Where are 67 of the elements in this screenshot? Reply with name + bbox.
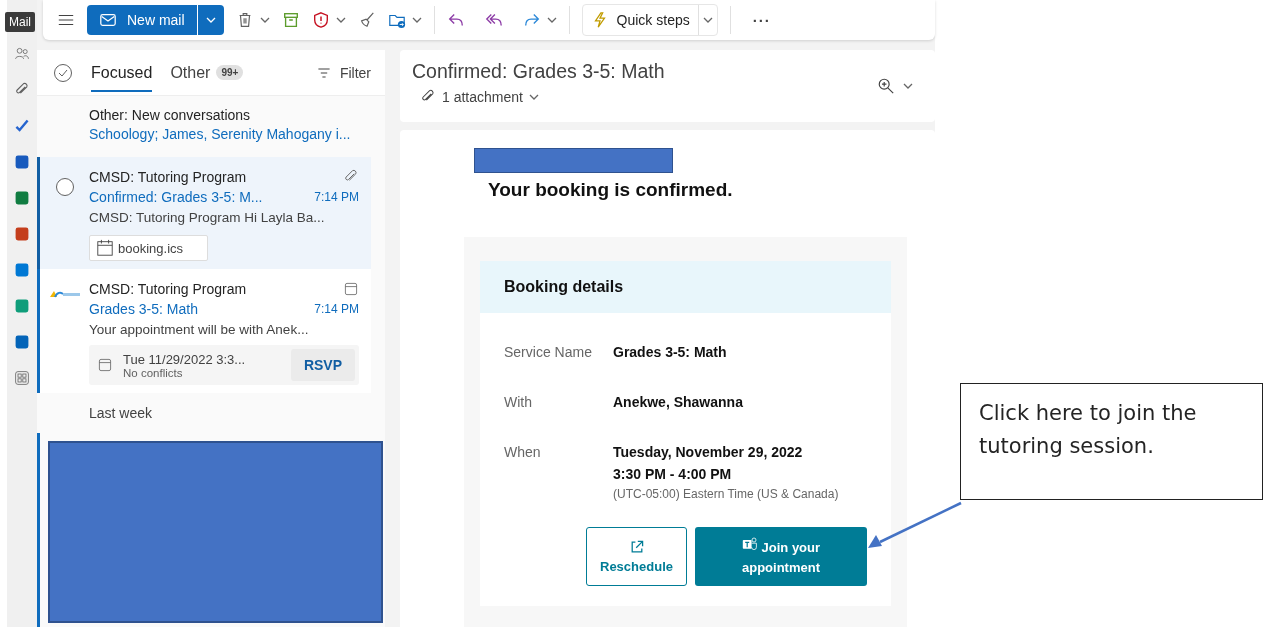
tab[interactable]: Focused — [91, 53, 153, 92]
callout-box: Click here to join the tutoring session. — [960, 383, 1263, 500]
caret-icon[interactable] — [335, 17, 346, 23]
detail-value: 3:30 PM - 4:00 PM — [613, 465, 733, 484]
calendar-icon — [343, 281, 359, 297]
tooltip: Mail — [5, 12, 35, 32]
sender-logo — [48, 289, 81, 299]
banner-senders: Schoology; James, Serenity Mahogany i... — [89, 126, 352, 142]
more-options-button[interactable]: ··· — [742, 11, 781, 29]
detail-label: Service Name — [504, 343, 593, 362]
app-tile-icon[interactable] — [14, 334, 30, 350]
banner-title: Other: New conversations — [89, 107, 252, 123]
filter-button[interactable]: Filter — [315, 64, 371, 81]
count-badge: 99+ — [216, 65, 244, 80]
zoom-in-icon[interactable] — [877, 77, 895, 95]
app-tile-icon[interactable] — [14, 298, 30, 314]
caret-icon[interactable] — [259, 17, 270, 23]
email-heading: Your booking is confirmed. — [488, 179, 734, 201]
invite-status: No conflicts — [123, 366, 184, 379]
attachment-chip[interactable]: booking.ics — [89, 235, 209, 261]
message-subject: Confirmed: Grades 3-5: M... — [89, 189, 263, 205]
invite-date: Tue 11/29/2022 3:3... — [123, 351, 246, 367]
sender-name: CMSD: Tutoring Program — [89, 169, 247, 185]
tab[interactable]: Other 99+ — [170, 53, 244, 92]
caret-icon[interactable] — [702, 17, 713, 23]
caret-icon[interactable] — [411, 17, 422, 23]
caret-icon[interactable] — [528, 94, 539, 100]
rsvp-button[interactable]: RSVP — [290, 349, 355, 381]
checkmark-icon[interactable] — [14, 118, 30, 134]
message-item[interactable]: CMSD: Tutoring Program Grades 3-5: Math 7:14 PM Your appointment will be with Anek... Tue 11/29/2022 3:3... No conflicts RSVP — [37, 269, 371, 393]
shield-icon[interactable] — [311, 11, 330, 29]
detail-label: When — [504, 443, 542, 462]
detail-value: Tuesday, November 29, 2022 — [613, 443, 804, 462]
archive-icon[interactable] — [281, 11, 300, 29]
message-time: 7:14 PM — [314, 302, 359, 316]
timezone-note: (UTC-05:00) Eastern Time (US & Canada) — [613, 487, 840, 501]
calendar-icon — [96, 239, 114, 257]
caret-icon[interactable] — [903, 83, 913, 89]
attachment-name: booking.ics — [118, 240, 184, 256]
detail-label: With — [504, 393, 533, 412]
message-preview: Your appointment will be with Anek... — [89, 321, 309, 337]
app-tile-icon[interactable] — [14, 262, 30, 278]
people-icon[interactable] — [14, 46, 30, 62]
message-preview: CMSD: Tutoring Program Hi Layla Ba... — [89, 209, 325, 225]
detail-value: Grades 3-5: Math — [613, 343, 728, 362]
reschedule-button[interactable]: Reschedule — [586, 527, 687, 586]
message-subject: Grades 3-5: Math — [89, 301, 198, 317]
team-icon — [741, 535, 758, 552]
app-tile-icon[interactable] — [14, 226, 30, 242]
select-circle[interactable] — [54, 177, 75, 197]
app-tile-icon[interactable] — [14, 190, 30, 206]
card-title: Booking details — [480, 261, 891, 313]
message-time: 7:14 PM — [314, 190, 359, 204]
join-appointment-button[interactable]: Join your appointment — [695, 527, 867, 586]
calendar-icon — [97, 357, 113, 373]
select-all-icon[interactable] — [53, 62, 73, 83]
caret-icon[interactable] — [546, 17, 557, 23]
email-subject: Confirmed: Grades 3-5: Math — [412, 60, 665, 83]
group-header: Last week — [88, 404, 154, 423]
apps-grid-icon[interactable] — [14, 370, 30, 386]
attachments-toggle[interactable]: 1 attachment — [412, 89, 665, 105]
message-item[interactable]: CMSD: Tutoring Program Confirmed: Grades 3-5: M... 7:14 PM CMSD: Tutoring Program Hi Layla Ba... booking.ics — [37, 157, 371, 269]
quick-steps-button[interactable]: Quick steps — [581, 4, 718, 36]
app-tile-icon[interactable] — [14, 154, 30, 170]
sender-name: CMSD: Tutoring Program — [89, 281, 247, 297]
envelope-icon[interactable] — [99, 11, 117, 29]
detail-value: Anekwe, Shawanna — [613, 393, 744, 412]
